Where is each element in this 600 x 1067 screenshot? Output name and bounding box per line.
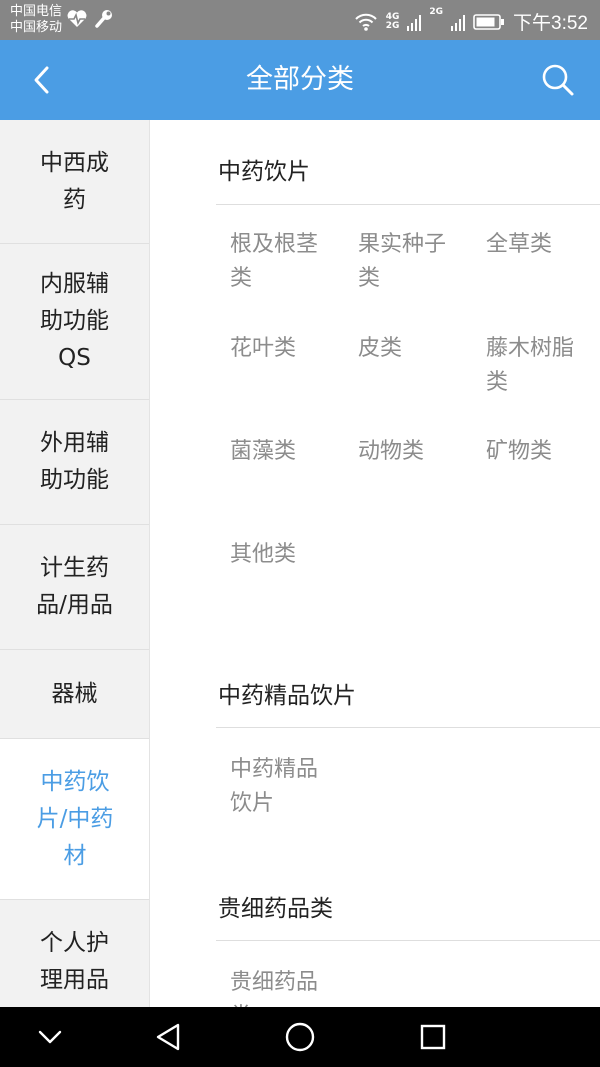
section-title: 中药精品饮片 (218, 683, 356, 709)
section-divider (216, 940, 600, 941)
category-item[interactable]: 菌藻类 (230, 435, 336, 469)
wifi-icon (354, 13, 377, 31)
net-label-2: 2G (385, 20, 400, 31)
sidebar-item-label: 个人护理用品 (40, 929, 109, 993)
sidebar-item-label: 中西成药 (40, 149, 109, 213)
nav-back-button[interactable] (146, 1017, 190, 1057)
sidebar-item-label: 外用辅助功能 (40, 430, 109, 493)
navigation-bar (0, 1007, 600, 1067)
section-divider (216, 727, 600, 728)
sidebar-item-external-supplements[interactable]: 外用辅助功能 (0, 400, 149, 525)
sidebar-item-devices[interactable]: 器械 (0, 650, 149, 739)
status-right: 4G 2G 2G 下午3:52 (354, 8, 588, 35)
category-item[interactable]: 全草类 (486, 228, 592, 262)
category-item[interactable]: 根及根茎类 (230, 228, 336, 296)
sidebar-item-label: 器械 (51, 680, 98, 707)
page-title: 全部分类 (246, 64, 354, 95)
circle-home-icon (285, 1022, 315, 1052)
nav-collapse-button[interactable] (28, 1017, 72, 1057)
app-bar: 全部分类 (0, 40, 600, 120)
signal-icon-2 (451, 14, 466, 31)
category-item[interactable]: 果实种子类 (358, 228, 464, 296)
category-item[interactable]: 皮类 (358, 332, 464, 366)
triangle-back-icon (156, 1023, 180, 1051)
square-recent-icon (420, 1024, 446, 1050)
category-item[interactable]: 矿物类 (486, 435, 592, 469)
category-item[interactable]: 花叶类 (230, 332, 336, 366)
sidebar-item-oral-supplements[interactable]: 内服辅助功能QS (0, 244, 149, 400)
status-left-icons (66, 9, 114, 29)
category-item[interactable]: 其他类 (230, 538, 336, 572)
battery-icon (473, 13, 505, 30)
sidebar-item-tcm-pieces[interactable]: 中药饮片/中药材 (0, 739, 149, 900)
net-label-3: 2G (429, 7, 444, 17)
sidebar-item-label: 内服辅助功能QS (40, 271, 109, 371)
sidebar-item-label: 中药饮片/中药材 (36, 768, 114, 869)
signal-icon-1 (407, 14, 422, 31)
network-type-1: 4G 2G (385, 12, 400, 31)
status-bar: 中国电信 中国移动 4G 2G 2G 下午3:52 (0, 0, 600, 40)
category-item[interactable]: 贵细药品类 (230, 966, 336, 1007)
search-icon (542, 64, 574, 96)
carrier-1: 中国电信 (10, 4, 63, 19)
carrier-2: 中国移动 (10, 20, 63, 35)
category-content: 中药饮片 根及根茎类 果实种子类 全草类 花叶类 皮类 藤木树脂类 菌藻类 动物… (150, 120, 600, 1007)
section-divider (216, 204, 600, 205)
carrier-info: 中国电信 中国移动 (10, 4, 62, 36)
search-button[interactable] (536, 58, 580, 102)
nav-recent-button[interactable] (411, 1017, 455, 1057)
sidebar-item-family-planning[interactable]: 计生药品/用品 (0, 525, 149, 650)
sidebar-item-chinese-western-medicine[interactable]: 中西成药 (0, 120, 149, 244)
nav-home-button[interactable] (278, 1017, 322, 1057)
category-item[interactable]: 动物类 (358, 435, 464, 469)
chevron-down-icon (38, 1030, 62, 1044)
clock: 下午3:52 (513, 13, 588, 34)
category-item[interactable]: 藤木树脂类 (486, 332, 592, 400)
section-title: 中药饮片 (218, 159, 310, 185)
chevron-left-icon (34, 66, 49, 94)
heartbeat-icon (67, 10, 87, 28)
section-title: 贵细药品类 (218, 896, 333, 922)
sidebar-item-label: 计生药品/用品 (36, 555, 113, 618)
sidebar-item-personal-care[interactable]: 个人护理用品 (0, 900, 149, 1007)
category-sidebar: 中西成药 内服辅助功能QS 外用辅助功能 计生药品/用品 器械 中药饮片/中药材… (0, 120, 150, 1007)
category-item[interactable]: 中药精品饮片 (230, 753, 336, 821)
back-button[interactable] (20, 58, 64, 102)
wrench-icon (95, 10, 112, 28)
